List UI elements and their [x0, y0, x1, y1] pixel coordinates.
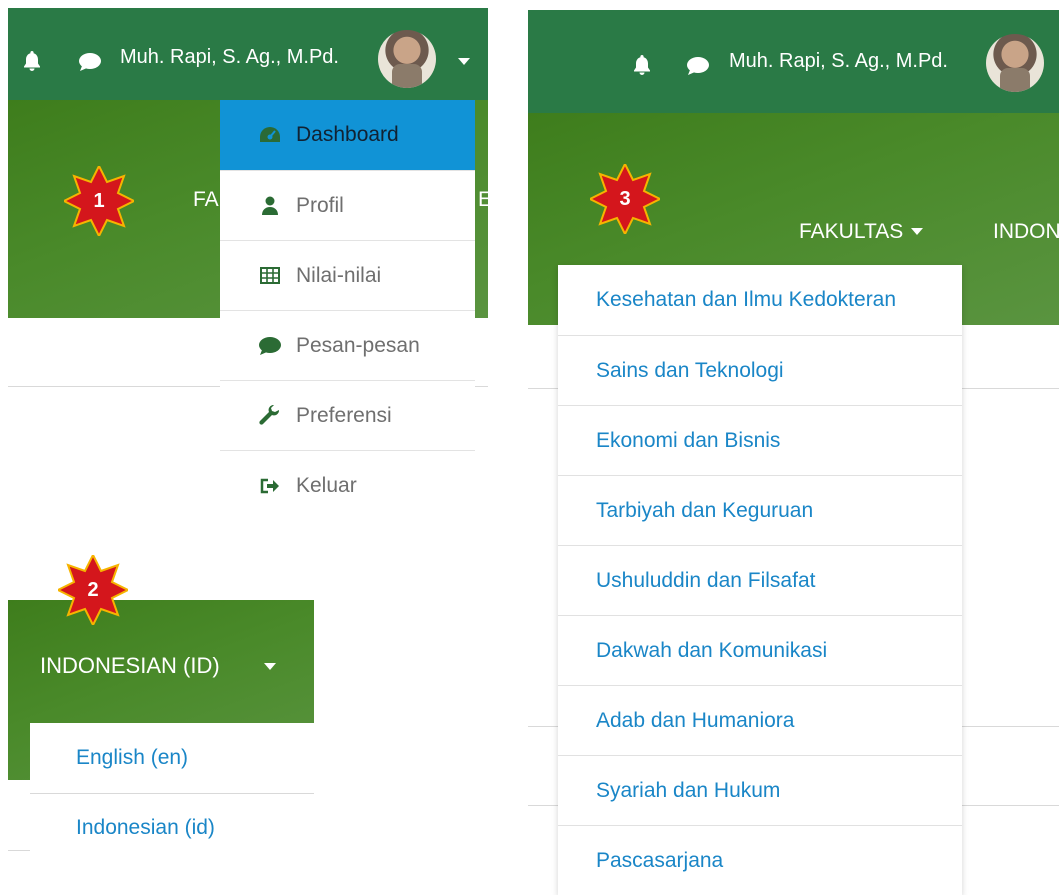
nav-indonesian-partial[interactable]: INDON: [993, 220, 1059, 244]
menu-item-profil[interactable]: Profil: [220, 170, 475, 240]
fakultas-item-kesehatan[interactable]: Kesehatan dan Ilmu Kedokteran: [558, 265, 962, 335]
menu-item-label: Preferensi: [296, 403, 392, 427]
fakultas-item-sains[interactable]: Sains dan Teknologi: [558, 335, 962, 405]
step-badge-2: 2: [58, 555, 128, 625]
language-option-label: English (en): [76, 746, 189, 769]
menu-item-nilai[interactable]: Nilai-nilai: [220, 240, 475, 310]
menu-item-label: Dashboard: [296, 123, 399, 146]
fakultas-item-syariah[interactable]: Syariah dan Hukum: [558, 755, 962, 825]
user-name[interactable]: Muh. Rapi, S. Ag., M.Pd.: [729, 50, 948, 73]
language-current: INDONESIAN (ID): [40, 653, 220, 678]
fakultas-item-ekonomi[interactable]: Ekonomi dan Bisnis: [558, 405, 962, 475]
fakultas-dropdown: Kesehatan dan Ilmu Kedokteran Sains dan …: [558, 265, 962, 895]
menu-item-label: Keluar: [296, 473, 357, 497]
nav-fakultas-label: FAKULTAS: [799, 220, 904, 243]
step-badge-3: 3: [590, 164, 660, 234]
menu-item-label: Nilai-nilai: [296, 263, 382, 287]
language-selector[interactable]: INDONESIAN (ID): [40, 653, 220, 679]
nav-fakultas[interactable]: FAKULTAS: [799, 220, 903, 244]
fakultas-item-pascasarjana[interactable]: Pascasarjana: [558, 825, 962, 895]
sign-out-icon: [256, 478, 284, 494]
avatar[interactable]: [378, 30, 436, 88]
panel-language-menu: INDONESIAN (ID) 2 English (en) Indonesia…: [8, 555, 314, 875]
panel-user-menu: Muh. Rapi, S. Ag., M.Pd. FA ES 1 Dashboa…: [8, 8, 488, 508]
menu-item-label: Profil: [296, 193, 344, 217]
wrench-icon: [256, 404, 284, 427]
fakultas-item-tarbiyah[interactable]: Tarbiyah dan Keguruan: [558, 475, 962, 545]
fakultas-item-adab[interactable]: Adab dan Humaniora: [558, 685, 962, 755]
table-icon: [256, 267, 284, 284]
language-option-en[interactable]: English (en): [30, 723, 314, 793]
avatar[interactable]: [986, 34, 1044, 92]
bell-icon[interactable]: [632, 54, 652, 81]
panel-fakultas-menu: Muh. Rapi, S. Ag., M.Pd. FAKULTAS INDON …: [528, 10, 1059, 895]
language-dropdown: English (en) Indonesian (id): [30, 723, 314, 863]
menu-item-pesan[interactable]: Pesan-pesan: [220, 310, 475, 380]
menu-item-dashboard[interactable]: Dashboard: [220, 100, 475, 170]
step-number: 1: [93, 189, 105, 212]
nav-fakultas-partial[interactable]: FA: [193, 188, 219, 212]
user-dropdown: Dashboard Profil Nilai-nilai Pesan-pesan…: [220, 100, 475, 508]
language-option-label: Indonesian (id): [76, 816, 215, 839]
menu-item-preferensi[interactable]: Preferensi: [220, 380, 475, 450]
step-number: 2: [87, 578, 99, 601]
nav-item-partial[interactable]: ES: [478, 188, 488, 212]
chevron-down-icon[interactable]: [264, 663, 276, 670]
chevron-down-icon[interactable]: [458, 58, 470, 65]
bell-icon[interactable]: [22, 50, 42, 77]
menu-item-keluar[interactable]: Keluar: [220, 450, 475, 508]
step-number: 3: [619, 187, 631, 210]
fakultas-item-ushuluddin[interactable]: Ushuluddin dan Filsafat: [558, 545, 962, 615]
user-icon: [256, 196, 284, 216]
fakultas-item-dakwah[interactable]: Dakwah dan Komunikasi: [558, 615, 962, 685]
menu-item-label: Pesan-pesan: [296, 333, 420, 357]
chevron-down-icon[interactable]: [911, 228, 923, 235]
user-name[interactable]: Muh. Rapi, S. Ag., M.Pd.: [120, 46, 339, 69]
step-badge-1: 1: [64, 166, 134, 236]
dashboard-icon: [256, 126, 284, 144]
chat-icon: [256, 336, 284, 356]
language-option-id[interactable]: Indonesian (id): [30, 793, 314, 863]
chat-icon[interactable]: [686, 56, 710, 81]
chat-icon[interactable]: [78, 52, 102, 77]
